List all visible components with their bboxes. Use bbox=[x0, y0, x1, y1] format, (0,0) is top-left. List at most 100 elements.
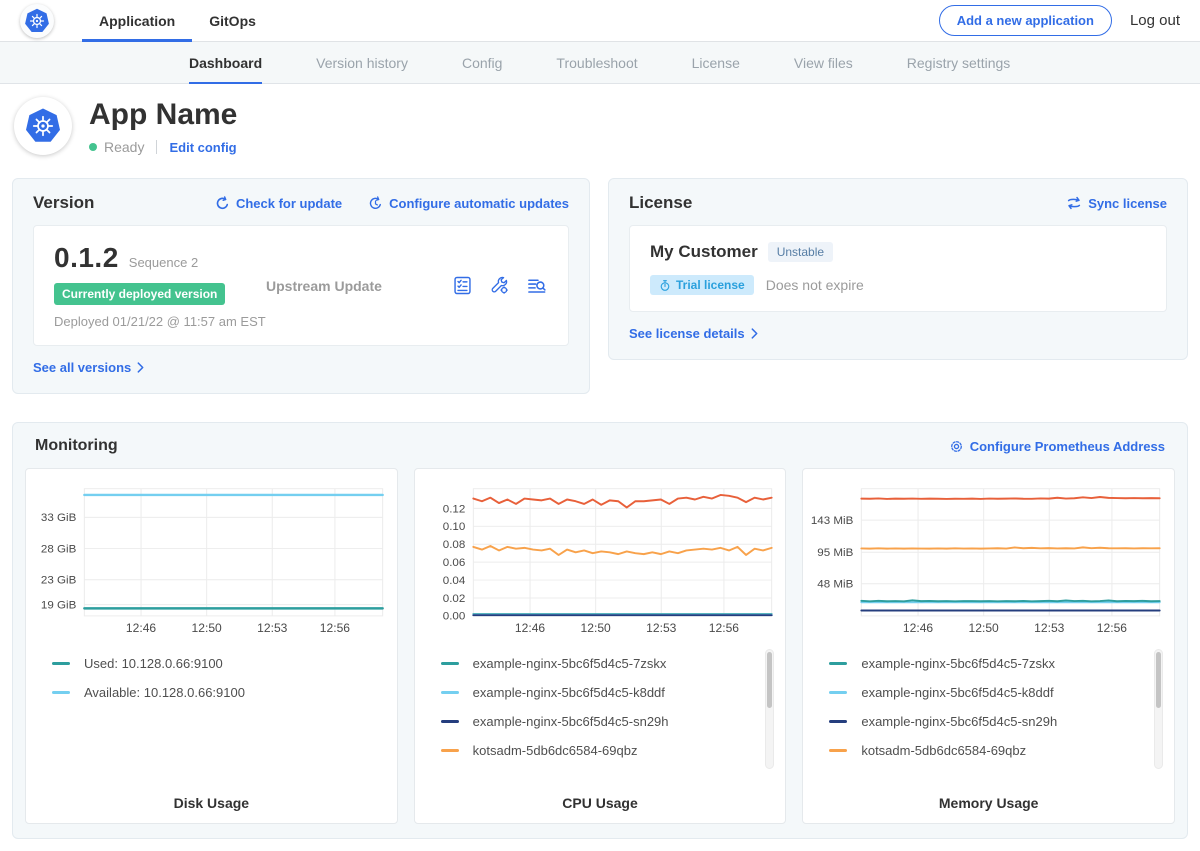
chart-legend: example-nginx-5bc6f5d4c5-7zskx example-ng… bbox=[811, 649, 1166, 787]
charts-row: 19 GiB23 GiB28 GiB33 GiB12:4612:5012:531… bbox=[25, 468, 1175, 824]
memory-usage-chart-card: 48 MiB95 MiB143 MiB12:4612:5012:5312:56e… bbox=[802, 468, 1175, 824]
chart-title: Memory Usage bbox=[811, 795, 1166, 811]
kubernetes-app-icon bbox=[23, 106, 63, 146]
tab-license[interactable]: License bbox=[665, 42, 767, 83]
sync-icon bbox=[1066, 196, 1082, 210]
edit-config-link[interactable]: Edit config bbox=[169, 140, 236, 155]
legend-scrollbar[interactable] bbox=[1154, 649, 1163, 769]
add-new-application-button[interactable]: Add a new application bbox=[939, 5, 1112, 36]
status-badge: Ready bbox=[104, 139, 144, 155]
svg-text:12:56: 12:56 bbox=[320, 622, 351, 636]
scrollbar-thumb[interactable] bbox=[767, 652, 772, 708]
configure-automatic-updates-button[interactable]: Configure automatic updates bbox=[368, 196, 569, 211]
trial-license-badge: Trial license bbox=[650, 275, 754, 295]
legend-item: example-nginx-5bc6f5d4c5-7zskx bbox=[441, 649, 778, 678]
legend-color-dash bbox=[441, 662, 459, 665]
version-card: Version Check for update Configure autom… bbox=[12, 178, 590, 394]
monitoring-section: Monitoring Configure Prometheus Address … bbox=[12, 422, 1188, 839]
tab-troubleshoot[interactable]: Troubleshoot bbox=[529, 42, 664, 83]
disk-usage-chart-card: 19 GiB23 GiB28 GiB33 GiB12:4612:5012:531… bbox=[25, 468, 398, 824]
legend-label: kotsadm-5db6dc6584-69qbz bbox=[473, 743, 638, 758]
legend-item: example-nginx-5bc6f5d4c5-k8ddf bbox=[829, 678, 1166, 707]
svg-text:12:50: 12:50 bbox=[192, 622, 223, 636]
tab-dashboard[interactable]: Dashboard bbox=[162, 42, 289, 83]
svg-text:12:46: 12:46 bbox=[903, 622, 934, 636]
divider bbox=[156, 140, 157, 154]
legend-color-dash bbox=[441, 720, 459, 723]
tab-gitops[interactable]: GitOps bbox=[192, 0, 273, 41]
svg-text:0.04: 0.04 bbox=[442, 575, 465, 587]
legend-color-dash bbox=[441, 691, 459, 694]
topnav-right: Add a new application Log out bbox=[939, 0, 1180, 41]
version-source-label: Upstream Update bbox=[266, 278, 452, 294]
disk-usage-chart: 19 GiB23 GiB28 GiB33 GiB12:4612:5012:531… bbox=[34, 481, 389, 639]
chart-title: CPU Usage bbox=[423, 795, 778, 811]
svg-text:12:46: 12:46 bbox=[515, 622, 546, 636]
legend-label: example-nginx-5bc6f5d4c5-sn29h bbox=[473, 714, 669, 729]
license-detail-row: My Customer Unstable Trial license Does … bbox=[629, 225, 1167, 312]
svg-text:12:53: 12:53 bbox=[1035, 622, 1066, 636]
legend-label: Available: 10.128.0.66:9100 bbox=[84, 685, 245, 700]
legend-color-dash bbox=[829, 720, 847, 723]
deploy-logs-icon[interactable] bbox=[526, 275, 548, 296]
legend-item: example-nginx-5bc6f5d4c5-k8ddf bbox=[441, 678, 778, 707]
tab-view-files[interactable]: View files bbox=[767, 42, 880, 83]
svg-text:12:50: 12:50 bbox=[580, 622, 611, 636]
clock-refresh-icon bbox=[368, 196, 383, 211]
svg-text:19 GiB: 19 GiB bbox=[41, 600, 76, 612]
legend-color-dash bbox=[52, 691, 70, 694]
svg-text:0.02: 0.02 bbox=[442, 593, 465, 605]
svg-text:95 MiB: 95 MiB bbox=[818, 547, 854, 559]
legend-color-dash bbox=[52, 662, 70, 665]
page-title: App Name bbox=[89, 98, 237, 132]
see-all-versions-link[interactable]: See all versions bbox=[33, 360, 144, 375]
legend-color-dash bbox=[829, 749, 847, 752]
legend-label: kotsadm-5db6dc6584-69qbz bbox=[861, 743, 1026, 758]
tab-application[interactable]: Application bbox=[82, 0, 192, 41]
legend-label: example-nginx-5bc6f5d4c5-7zskx bbox=[861, 656, 1055, 671]
svg-text:0.06: 0.06 bbox=[442, 557, 465, 569]
legend-color-dash bbox=[441, 749, 459, 752]
cpu-usage-chart-card: 0.000.020.040.060.080.100.1212:4612:5012… bbox=[414, 468, 787, 824]
sync-license-button[interactable]: Sync license bbox=[1066, 196, 1167, 211]
svg-text:0.12: 0.12 bbox=[442, 503, 465, 515]
scrollbar-thumb[interactable] bbox=[1156, 652, 1161, 708]
legend-label: example-nginx-5bc6f5d4c5-7zskx bbox=[473, 656, 667, 671]
legend-label: Used: 10.128.0.66:9100 bbox=[84, 656, 223, 671]
cpu-usage-chart: 0.000.020.040.060.080.100.1212:4612:5012… bbox=[423, 481, 778, 639]
status-dot bbox=[89, 143, 97, 151]
version-sequence: Sequence 2 bbox=[129, 255, 198, 270]
legend-label: example-nginx-5bc6f5d4c5-sn29h bbox=[861, 714, 1057, 729]
configure-prometheus-button[interactable]: Configure Prometheus Address bbox=[949, 439, 1165, 454]
tab-registry-settings[interactable]: Registry settings bbox=[880, 42, 1037, 83]
app-header: App Name Ready Edit config bbox=[0, 84, 1200, 170]
legend-scrollbar[interactable] bbox=[765, 649, 774, 769]
legend-item: example-nginx-5bc6f5d4c5-sn29h bbox=[441, 707, 778, 736]
logout-button[interactable]: Log out bbox=[1130, 12, 1180, 29]
tab-config[interactable]: Config bbox=[435, 42, 529, 83]
svg-text:33 GiB: 33 GiB bbox=[41, 512, 76, 524]
chart-title: Disk Usage bbox=[34, 795, 389, 811]
top-nav: ApplicationGitOps Add a new application … bbox=[0, 0, 1200, 42]
release-notes-icon[interactable] bbox=[452, 275, 473, 296]
legend-item: kotsadm-5db6dc6584-69qbz bbox=[441, 736, 778, 765]
legend-color-dash bbox=[829, 662, 847, 665]
svg-text:12:50: 12:50 bbox=[969, 622, 1000, 636]
app-logo[interactable] bbox=[20, 0, 54, 41]
svg-text:28 GiB: 28 GiB bbox=[41, 544, 76, 556]
see-license-details-link[interactable]: See license details bbox=[629, 326, 758, 341]
edit-config-wrench-icon[interactable] bbox=[489, 275, 510, 296]
check-for-update-button[interactable]: Check for update bbox=[215, 196, 342, 211]
svg-text:143 MiB: 143 MiB bbox=[811, 515, 853, 527]
customer-name: My Customer bbox=[650, 242, 758, 262]
legend-item: example-nginx-5bc6f5d4c5-sn29h bbox=[829, 707, 1166, 736]
app-avatar bbox=[14, 97, 72, 155]
channel-badge: Unstable bbox=[768, 242, 833, 262]
version-card-title: Version bbox=[33, 193, 94, 213]
refresh-icon bbox=[215, 196, 230, 211]
svg-text:12:53: 12:53 bbox=[646, 622, 677, 636]
topnav-tabs: ApplicationGitOps bbox=[82, 0, 273, 41]
license-expiry-label: Does not expire bbox=[766, 277, 864, 293]
legend-label: example-nginx-5bc6f5d4c5-k8ddf bbox=[861, 685, 1053, 700]
tab-version-history[interactable]: Version history bbox=[289, 42, 435, 83]
